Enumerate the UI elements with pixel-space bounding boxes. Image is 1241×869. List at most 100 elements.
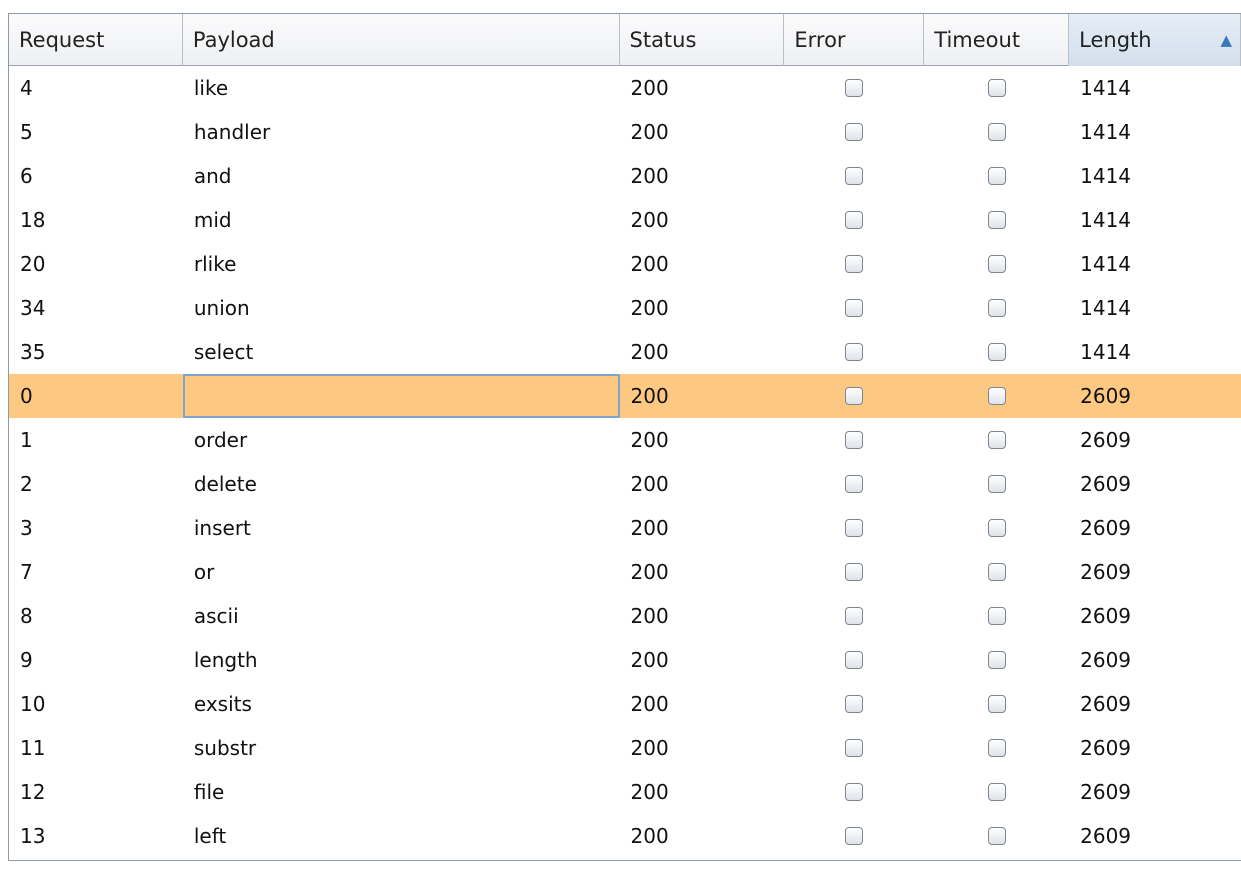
cell-request[interactable]: 5 [9,110,183,154]
table-row[interactable]: 5 handler 200 1414 [9,110,1241,154]
cell-status[interactable]: 200 [620,506,785,550]
cell-status[interactable]: 200 [620,110,785,154]
cell-status[interactable]: 200 [620,462,785,506]
cell-request[interactable]: 7 [9,550,183,594]
checkbox-unchecked-icon[interactable] [987,431,1006,449]
cell-status[interactable]: 200 [620,726,785,770]
table-row[interactable]: 12 file 200 2609 [9,770,1241,814]
checkbox-unchecked-icon[interactable] [845,651,864,669]
checkbox-unchecked-icon[interactable] [845,299,864,317]
cell-length[interactable]: 1414 [1069,66,1241,110]
cell-request[interactable]: 11 [9,726,183,770]
table-row[interactable]: 18 mid 200 1414 [9,198,1241,242]
table-row[interactable]: 35 select 200 1414 [9,330,1241,374]
table-row[interactable]: 9 length 200 2609 [9,638,1241,682]
cell-status[interactable]: 200 [620,418,785,462]
cell-status[interactable]: 200 [620,638,785,682]
table-row[interactable]: 2 delete 200 2609 [9,462,1241,506]
checkbox-unchecked-icon[interactable] [845,519,864,537]
table-row[interactable]: 8 ascii 200 2609 [9,594,1241,638]
checkbox-unchecked-icon[interactable] [987,739,1006,757]
checkbox-unchecked-icon[interactable] [845,475,864,493]
cell-request[interactable]: 3 [9,506,183,550]
cell-payload[interactable]: delete [183,462,620,506]
cell-payload[interactable]: ascii [183,594,620,638]
cell-request[interactable]: 6 [9,154,183,198]
cell-status[interactable]: 200 [620,550,785,594]
cell-request[interactable]: 8 [9,594,183,638]
cell-length[interactable]: 2609 [1069,682,1241,726]
cell-status[interactable]: 200 [620,594,785,638]
table-row[interactable]: 34 union 200 1414 [9,286,1241,330]
cell-length[interactable]: 2609 [1069,814,1241,858]
checkbox-unchecked-icon[interactable] [845,211,864,229]
checkbox-unchecked-icon[interactable] [987,211,1006,229]
cell-length[interactable]: 2609 [1069,770,1241,814]
checkbox-unchecked-icon[interactable] [987,695,1006,713]
cell-length[interactable]: 1414 [1069,286,1241,330]
cell-payload[interactable]: rlike [183,242,620,286]
column-header-timeout[interactable]: Timeout [924,14,1070,66]
cell-request[interactable]: 13 [9,814,183,858]
cell-payload[interactable]: length [183,638,620,682]
cell-payload[interactable]: and [183,154,620,198]
cell-length[interactable]: 1414 [1069,330,1241,374]
table-row[interactable]: 4 like 200 1414 [9,66,1241,110]
cell-request[interactable]: 2 [9,462,183,506]
cell-request[interactable]: 10 [9,682,183,726]
cell-request[interactable]: 18 [9,198,183,242]
cell-payload[interactable]: file [183,770,620,814]
cell-status[interactable]: 200 [620,242,785,286]
cell-payload[interactable]: order [183,418,620,462]
checkbox-unchecked-icon[interactable] [987,563,1006,581]
cell-length[interactable]: 2609 [1069,550,1241,594]
cell-status[interactable]: 200 [620,286,785,330]
checkbox-unchecked-icon[interactable] [987,255,1006,273]
cell-request[interactable]: 35 [9,330,183,374]
cell-payload[interactable]: like [183,66,620,110]
checkbox-unchecked-icon[interactable] [845,563,864,581]
checkbox-unchecked-icon[interactable] [845,783,864,801]
checkbox-unchecked-icon[interactable] [987,827,1006,845]
cell-status[interactable]: 200 [620,154,785,198]
checkbox-unchecked-icon[interactable] [987,79,1006,97]
cell-status[interactable]: 200 [620,682,785,726]
checkbox-unchecked-icon[interactable] [845,167,864,185]
cell-request[interactable]: 12 [9,770,183,814]
checkbox-unchecked-icon[interactable] [987,607,1006,625]
table-row[interactable]: 13 left 200 2609 [9,814,1241,858]
cell-request[interactable]: 20 [9,242,183,286]
table-row[interactable]: 3 insert 200 2609 [9,506,1241,550]
checkbox-unchecked-icon[interactable] [845,255,864,273]
checkbox-unchecked-icon[interactable] [987,387,1006,405]
cell-request[interactable]: 0 [9,374,183,418]
checkbox-unchecked-icon[interactable] [987,783,1006,801]
table-row[interactable]: 7 or 200 2609 [9,550,1241,594]
checkbox-unchecked-icon[interactable] [845,431,864,449]
cell-length[interactable]: 1414 [1069,242,1241,286]
table-row[interactable]: 6 and 200 1414 [9,154,1241,198]
checkbox-unchecked-icon[interactable] [987,299,1006,317]
cell-status[interactable]: 200 [620,770,785,814]
cell-status[interactable]: 200 [620,374,785,418]
cell-length[interactable]: 2609 [1069,462,1241,506]
table-row[interactable]: 10 exsits 200 2609 [9,682,1241,726]
cell-length[interactable]: 2609 [1069,374,1241,418]
checkbox-unchecked-icon[interactable] [845,343,864,361]
cell-status[interactable]: 200 [620,814,785,858]
checkbox-unchecked-icon[interactable] [845,695,864,713]
checkbox-unchecked-icon[interactable] [987,519,1006,537]
cell-length[interactable]: 2609 [1069,726,1241,770]
cell-length[interactable]: 2609 [1069,594,1241,638]
table-row[interactable]: 1 order 200 2609 [9,418,1241,462]
checkbox-unchecked-icon[interactable] [845,827,864,845]
cell-request[interactable]: 4 [9,66,183,110]
cell-payload[interactable]: exsits [183,682,620,726]
checkbox-unchecked-icon[interactable] [987,343,1006,361]
cell-payload[interactable]: select [183,330,620,374]
cell-payload[interactable]: or [183,550,620,594]
cell-payload[interactable]: substr [183,726,620,770]
checkbox-unchecked-icon[interactable] [987,651,1006,669]
cell-length[interactable]: 1414 [1069,198,1241,242]
cell-request[interactable]: 1 [9,418,183,462]
